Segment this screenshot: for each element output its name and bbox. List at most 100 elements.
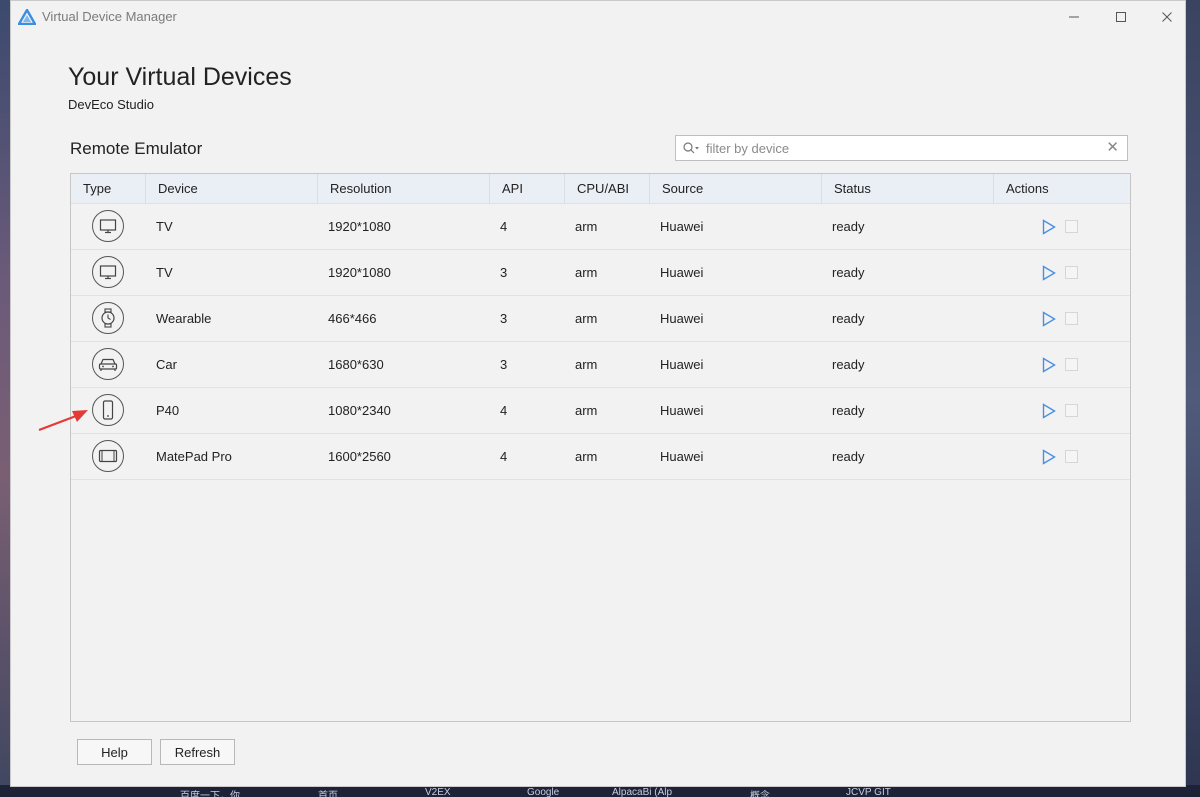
device-status: ready (832, 219, 865, 234)
car-icon (92, 348, 124, 380)
close-button[interactable] (1147, 5, 1187, 29)
stop-button[interactable] (1065, 404, 1078, 417)
device-source: Huawei (660, 219, 704, 234)
page-subtitle: DevEco Studio (68, 97, 154, 112)
device-api: 3 (500, 357, 508, 372)
device-source: Huawei (660, 311, 704, 326)
play-icon[interactable] (1042, 357, 1056, 373)
title-bar[interactable]: Virtual Device Manager (11, 1, 1185, 33)
annotation-arrow-icon (38, 410, 88, 432)
phone-icon (92, 394, 124, 426)
page-title: Your Virtual Devices (68, 63, 292, 91)
devices-table: Type Device Resolution API CPU/ABI Sourc… (70, 173, 1131, 722)
table-row[interactable]: P40 1080*2340 4 arm Huawei ready (71, 388, 1130, 434)
device-cpu: arm (575, 357, 598, 372)
table-row[interactable]: MatePad Pro 1600*2560 4 arm Huawei ready (71, 434, 1130, 480)
help-button[interactable]: Help (77, 739, 152, 765)
minimize-button[interactable] (1054, 5, 1094, 29)
section-title: Remote Emulator (70, 139, 203, 158)
device-name: P40 (156, 403, 180, 418)
stop-button[interactable] (1065, 358, 1078, 371)
taskbar-item[interactable]: V2EX (425, 787, 451, 797)
device-status: ready (832, 311, 865, 326)
device-status: ready (832, 265, 865, 280)
stop-button[interactable] (1065, 220, 1078, 233)
play-icon[interactable] (1042, 219, 1056, 235)
device-name: MatePad Pro (156, 449, 232, 464)
device-status: ready (832, 357, 865, 372)
column-header-resolution[interactable]: Resolution (318, 174, 490, 203)
device-cpu: arm (575, 219, 598, 234)
taskbar-item[interactable]: 百度一下，你 (180, 787, 240, 797)
watch-icon (92, 302, 124, 334)
taskbar-item[interactable]: 首页 (318, 787, 338, 797)
tablet-icon (92, 440, 124, 472)
taskbar-item[interactable]: AlpacaBi (Alp (612, 787, 672, 797)
device-resolution: 1600*2560 (328, 449, 391, 464)
search-icon (683, 142, 699, 154)
device-api: 4 (500, 219, 508, 234)
play-icon[interactable] (1042, 449, 1056, 465)
device-name: Wearable (156, 311, 212, 326)
maximize-icon (1116, 12, 1126, 22)
play-icon[interactable] (1042, 311, 1056, 327)
device-api: 3 (500, 311, 508, 326)
device-resolution: 1080*2340 (328, 403, 391, 418)
stop-button[interactable] (1065, 266, 1078, 279)
device-name: Car (156, 357, 177, 372)
device-cpu: arm (575, 403, 598, 418)
column-header-api[interactable]: API (490, 174, 565, 203)
refresh-button[interactable]: Refresh (160, 739, 235, 765)
desktop-background-right (1186, 0, 1200, 797)
deveco-logo-icon (18, 9, 36, 25)
maximize-button[interactable] (1101, 5, 1141, 29)
table-row[interactable]: TV 1920*1080 3 arm Huawei ready (71, 250, 1130, 296)
clear-search-icon[interactable]: ✕ (1106, 139, 1119, 157)
device-cpu: arm (575, 311, 598, 326)
device-status: ready (832, 403, 865, 418)
taskbar-item[interactable]: Google (527, 787, 559, 797)
table-header: Type Device Resolution API CPU/ABI Sourc… (71, 174, 1130, 204)
column-header-type[interactable]: Type (71, 174, 146, 203)
device-filter-box[interactable]: ✕ (675, 135, 1128, 161)
play-icon[interactable] (1042, 403, 1056, 419)
column-header-actions[interactable]: Actions (994, 174, 1130, 203)
device-resolution: 466*466 (328, 311, 377, 326)
device-api: 3 (500, 265, 508, 280)
device-source: Huawei (660, 357, 704, 372)
column-header-cpu[interactable]: CPU/ABI (565, 174, 650, 203)
column-header-source[interactable]: Source (650, 174, 822, 203)
device-source: Huawei (660, 449, 704, 464)
device-source: Huawei (660, 265, 704, 280)
minimize-icon (1069, 16, 1079, 18)
close-icon (1162, 12, 1172, 22)
taskbar-item[interactable]: JCVP GIT (846, 787, 891, 797)
device-name: TV (156, 219, 173, 234)
device-resolution: 1920*1080 (328, 265, 391, 280)
stop-button[interactable] (1065, 450, 1078, 463)
tv-icon (92, 256, 124, 288)
search-input[interactable] (706, 139, 1086, 157)
table-body: TV 1920*1080 4 arm Huawei ready TV 1920*… (71, 204, 1130, 480)
device-resolution: 1680*630 (328, 357, 384, 372)
window-title: Virtual Device Manager (42, 9, 177, 24)
play-icon[interactable] (1042, 265, 1056, 281)
device-cpu: arm (575, 265, 598, 280)
device-name: TV (156, 265, 173, 280)
virtual-device-manager-window: Virtual Device Manager Your Virtual Devi… (10, 0, 1186, 787)
device-resolution: 1920*1080 (328, 219, 391, 234)
device-source: Huawei (660, 403, 704, 418)
device-api: 4 (500, 449, 508, 464)
column-header-device[interactable]: Device (146, 174, 318, 203)
tv-icon (92, 210, 124, 242)
device-api: 4 (500, 403, 508, 418)
taskbar-item[interactable]: 概念 (750, 787, 770, 797)
table-row[interactable]: TV 1920*1080 4 arm Huawei ready (71, 204, 1130, 250)
device-cpu: arm (575, 449, 598, 464)
column-header-status[interactable]: Status (822, 174, 994, 203)
stop-button[interactable] (1065, 312, 1078, 325)
table-row[interactable]: Wearable 466*466 3 arm Huawei ready (71, 296, 1130, 342)
table-row[interactable]: Car 1680*630 3 arm Huawei ready (71, 342, 1130, 388)
desktop-background-left (0, 0, 10, 797)
device-status: ready (832, 449, 865, 464)
